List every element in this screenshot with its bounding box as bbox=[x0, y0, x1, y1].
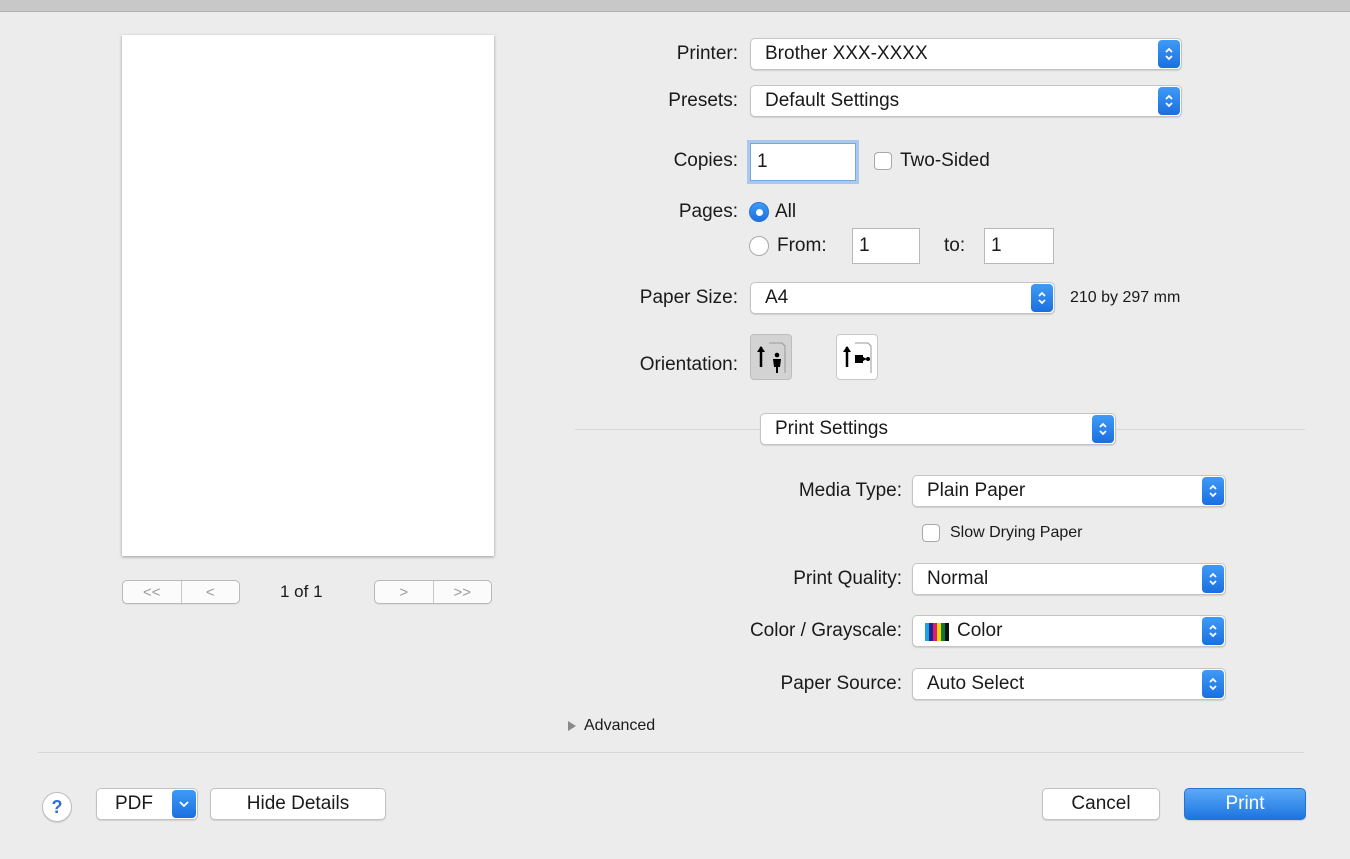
chevron-updown-icon bbox=[1202, 565, 1224, 593]
print-quality-value: Normal bbox=[927, 568, 989, 589]
presets-value: Default Settings bbox=[765, 90, 900, 111]
presets-popup[interactable]: Default Settings bbox=[750, 85, 1182, 117]
chevron-updown-icon bbox=[1202, 477, 1224, 505]
printer-value: Brother XXX-XXXX bbox=[765, 43, 928, 64]
footer-separator bbox=[38, 752, 1304, 753]
disclosure-triangle-icon bbox=[568, 721, 576, 731]
pdf-label: PDF bbox=[115, 793, 153, 814]
color-grayscale-label: Color / Grayscale: bbox=[749, 620, 902, 641]
color-bars-icon bbox=[925, 623, 949, 647]
help-button[interactable]: ? bbox=[42, 792, 72, 822]
chevron-updown-icon bbox=[1202, 617, 1224, 645]
advanced-label: Advanced bbox=[584, 717, 656, 734]
pages-label: Pages: bbox=[678, 201, 738, 222]
next-page-button[interactable]: > bbox=[375, 581, 433, 603]
copies-label: Copies: bbox=[673, 150, 738, 171]
hide-details-button[interactable]: Hide Details bbox=[210, 788, 386, 820]
chevron-down-icon bbox=[172, 790, 196, 818]
portrait-icon bbox=[757, 342, 786, 373]
print-quality-label: Print Quality: bbox=[793, 568, 902, 589]
color-grayscale-value: Color bbox=[957, 620, 1003, 641]
presets-label: Presets: bbox=[668, 90, 738, 111]
paper-source-label: Paper Source: bbox=[780, 673, 902, 694]
paper-size-dimensions: 210 by 297 mm bbox=[1070, 289, 1181, 306]
last-page-button[interactable]: >> bbox=[432, 581, 492, 603]
previous-page-button[interactable]: < bbox=[180, 581, 240, 603]
paper-source-popup[interactable]: Auto Select bbox=[912, 668, 1226, 700]
slow-drying-checkbox[interactable] bbox=[922, 524, 940, 542]
print-quality-popup[interactable]: Normal bbox=[912, 563, 1226, 595]
cancel-button[interactable]: Cancel bbox=[1042, 788, 1160, 820]
landscape-icon bbox=[843, 342, 872, 373]
chevron-updown-icon bbox=[1031, 284, 1053, 312]
paper-size-popup[interactable]: A4 bbox=[750, 282, 1055, 314]
pages-all-radio[interactable] bbox=[749, 202, 769, 222]
paper-size-label: Paper Size: bbox=[639, 287, 738, 308]
print-button[interactable]: Print bbox=[1184, 788, 1306, 820]
paper-size-value: A4 bbox=[765, 287, 789, 308]
orientation-landscape-button[interactable] bbox=[836, 334, 878, 380]
slow-drying-label: Slow Drying Paper bbox=[950, 524, 1083, 541]
orientation-label: Orientation: bbox=[639, 354, 738, 375]
media-type-label: Media Type: bbox=[798, 480, 902, 501]
printer-label: Printer: bbox=[676, 43, 738, 64]
advanced-disclosure[interactable]: Advanced bbox=[566, 711, 655, 741]
section-popup-value: Print Settings bbox=[775, 418, 888, 439]
chevron-updown-icon bbox=[1158, 87, 1180, 115]
two-sided-checkbox[interactable] bbox=[874, 152, 892, 170]
page-indicator: 1 of 1 bbox=[280, 582, 323, 601]
first-page-button[interactable]: << bbox=[123, 581, 181, 603]
pages-from-label: From: bbox=[777, 235, 827, 256]
color-grayscale-popup[interactable]: Color bbox=[912, 615, 1226, 647]
pages-from-field[interactable]: 1 bbox=[852, 228, 920, 264]
copies-field[interactable]: 1 bbox=[750, 143, 856, 181]
window-top-bar bbox=[0, 0, 1350, 12]
section-popup[interactable]: Print Settings bbox=[760, 413, 1116, 445]
two-sided-label: Two-Sided bbox=[900, 150, 990, 171]
chevron-updown-icon bbox=[1158, 40, 1180, 68]
pages-to-field[interactable]: 1 bbox=[984, 228, 1054, 264]
pages-from-radio[interactable] bbox=[749, 236, 769, 256]
pages-all-label: All bbox=[775, 201, 797, 222]
chevron-updown-icon bbox=[1092, 415, 1114, 443]
paper-source-value: Auto Select bbox=[927, 673, 1025, 694]
media-type-popup[interactable]: Plain Paper bbox=[912, 475, 1226, 507]
preview-nav-forward: > >> bbox=[374, 580, 492, 604]
chevron-updown-icon bbox=[1202, 670, 1224, 698]
orientation-portrait-button[interactable] bbox=[750, 334, 792, 380]
pages-to-label: to: bbox=[944, 235, 966, 256]
media-type-value: Plain Paper bbox=[927, 480, 1026, 501]
preview-nav-back: << < bbox=[122, 580, 240, 604]
print-preview-page bbox=[122, 35, 494, 556]
printer-popup[interactable]: Brother XXX-XXXX bbox=[750, 38, 1182, 70]
pdf-menu-button[interactable]: PDF bbox=[96, 788, 198, 820]
